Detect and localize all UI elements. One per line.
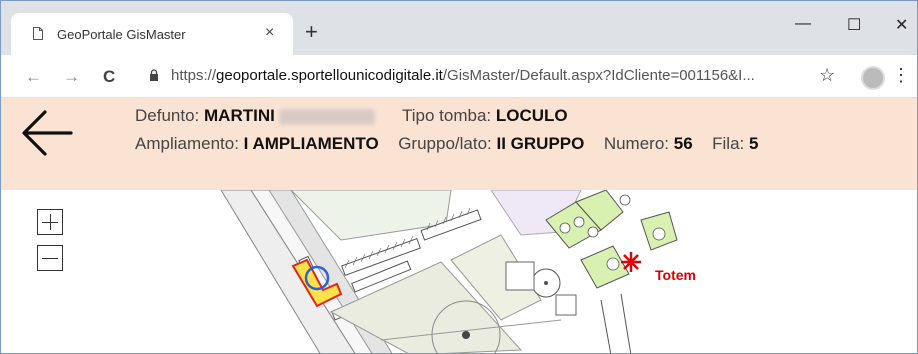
url-host: geoportale.sportellounicodigitale.it (216, 67, 443, 84)
ampliamento-label: Ampliamento: (135, 134, 239, 153)
numero-label: Numero: (603, 134, 670, 153)
zoom-in-button[interactable] (37, 209, 63, 235)
reload-button[interactable]: C (103, 67, 115, 87)
url-path: /GisMaster/Default.aspx?IdCliente=001156… (442, 67, 755, 84)
redacted-name (278, 108, 375, 125)
title-bar: GeoPortale GisMaster × + — ☐ ✕ (1, 1, 917, 55)
back-arrow-icon[interactable] (19, 108, 75, 158)
new-tab-button[interactable]: + (305, 21, 318, 43)
info-line-1: Defunto: MARTINI Tipo tomba: LOCULO (135, 106, 568, 126)
tab-close-icon[interactable]: × (265, 24, 274, 42)
back-button[interactable]: ← (25, 67, 42, 87)
address-bar[interactable]: https://geoportale.sportellounicodigital… (171, 67, 755, 84)
gruppo-value: II GRUPPO (496, 134, 585, 153)
profile-avatar[interactable] (861, 66, 885, 90)
gruppo-label: Gruppo/lato: (398, 134, 492, 153)
fila-value: 5 (749, 134, 759, 153)
tab-title: GeoPortale GisMaster (57, 27, 186, 42)
bookmark-star-icon[interactable]: ☆ (819, 65, 835, 86)
ampliamento-value: I AMPLIAMENTO (243, 134, 379, 153)
numero-value: 56 (673, 134, 693, 153)
map-view[interactable]: Totem (1, 190, 917, 354)
totem-label: Totem (655, 267, 696, 283)
page-icon (33, 27, 43, 40)
forward-button[interactable]: → (63, 67, 80, 87)
grave-info-panel: Defunto: MARTINI Tipo tomba: LOCULO Ampl… (1, 98, 917, 190)
lock-icon (150, 69, 158, 81)
browser-toolbar: ← → C https://geoportale.sportellounicod… (1, 55, 917, 98)
url-prefix: https:// (171, 67, 217, 84)
maximize-button[interactable]: ☐ (847, 15, 861, 35)
cemetery-map[interactable] (1, 190, 917, 354)
defunto-value: MARTINI (204, 106, 275, 125)
minimize-button[interactable]: — (795, 15, 811, 33)
fila-label: Fila: (712, 134, 745, 153)
close-window-button[interactable]: ✕ (895, 15, 908, 35)
defunto-label: Defunto: (135, 106, 200, 125)
browser-menu-icon[interactable]: ⋮ (892, 65, 910, 86)
info-line-2: Ampliamento: I AMPLIAMENTO Gruppo/lato: … (135, 134, 758, 154)
tipo-label: Tipo tomba: (401, 106, 492, 125)
tipo-value: LOCULO (495, 106, 568, 125)
totem-marker (621, 252, 641, 272)
zoom-out-button[interactable] (37, 245, 63, 271)
browser-window: GeoPortale GisMaster × + — ☐ ✕ ← → C htt… (0, 0, 918, 354)
browser-tab[interactable]: GeoPortale GisMaster × (11, 13, 293, 55)
